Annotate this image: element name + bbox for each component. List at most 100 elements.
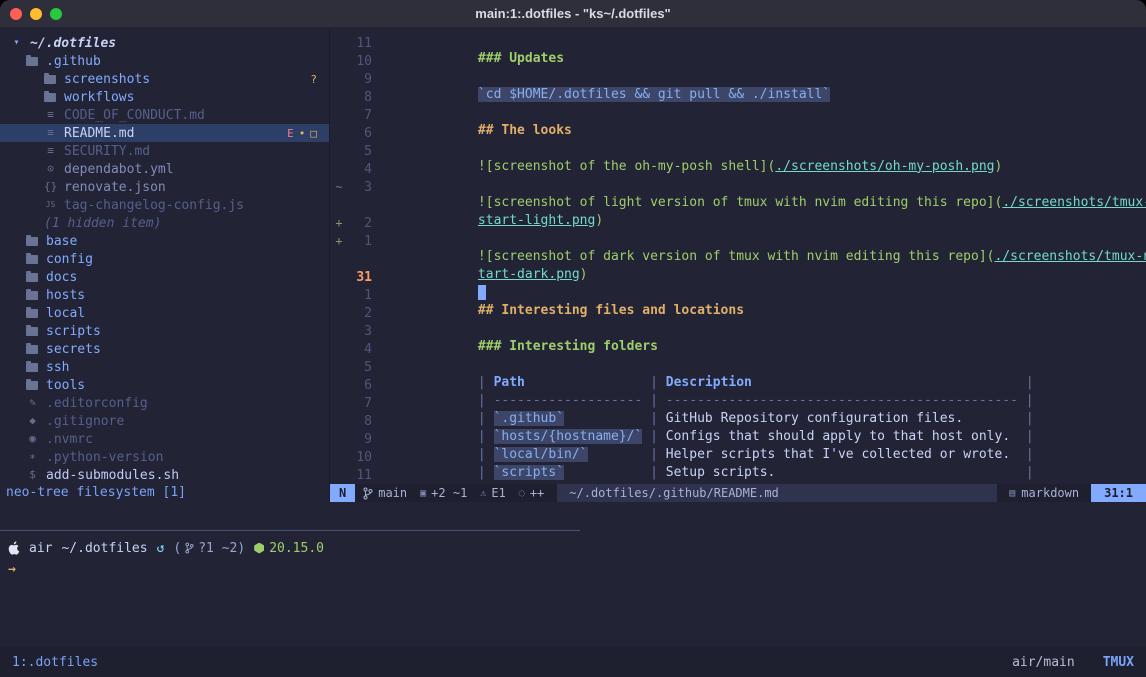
tmux-window-name[interactable]: 1:.dotfiles [12,655,98,670]
tree-item[interactable]: docs [0,268,329,286]
tree-item[interactable]: workflows [0,88,329,106]
tree-item-label: base [46,234,77,249]
git-branch-icon [363,487,373,500]
diagnostics-icon: ⚠ [480,488,486,499]
file-icon [26,237,38,246]
tree-item[interactable]: tools [0,376,329,394]
diff-icon: ▣ [420,488,426,499]
tree-item[interactable]: ≡ SECURITY.md [0,142,329,160]
prompt-input-line[interactable]: → [8,562,1146,580]
tree-item-label: .python-version [46,450,163,465]
line-text [384,453,1146,485]
statusline-filepath: ~/.dotfiles/.github/README.md [557,484,997,502]
tree-item[interactable]: secrets [0,340,329,358]
diff-counts: +2 ~1 [431,486,467,500]
line-number: 10 [346,54,372,69]
tmux-statusbar: 1:.dotfiles air/main TMUX [0,647,1146,677]
tree-item-label: local [46,306,85,321]
git-status-counts: ?1 ~2) [198,541,245,556]
git-branch-segment: main [363,484,420,502]
tree-item[interactable]: base [0,232,329,250]
file-icon: ≡ [44,142,57,160]
file-icon: $ [26,466,39,484]
tree-item-label: secrets [46,342,101,357]
branch-name: main [378,486,407,500]
tree-item-label: README.md [64,126,134,141]
tree-item[interactable]: hosts [0,286,329,304]
tree-item[interactable]: JS tag-changelog-config.js [0,196,329,214]
tree-item-label: renovate.json [64,180,166,195]
status-mark: E [287,127,294,140]
tmux-badge: TMUX [1103,655,1134,670]
node-version-segment: 20.15.0 [254,541,324,556]
tmux-session: air/main [1012,655,1075,670]
file-icon: ✎ [26,394,39,412]
tree-item[interactable]: config [0,250,329,268]
window-title: main:1:.dotfiles - "ks~/.dotfiles" [0,6,1146,21]
line-number: 5 [346,360,372,375]
shell-pane[interactable]: air ~/.dotfiles ↺ ( ?1 ~2) 20.15.0 → [0,531,1146,647]
tree-item[interactable]: screenshots ? [0,70,329,88]
tree-item-label: dependabot.yml [64,162,174,177]
zoom-button[interactable] [50,8,62,20]
tree-item-label: ~/.dotfiles [30,36,116,51]
tree-item[interactable]: local [0,304,329,322]
prompt-git-status: ( ?1 ~2) [173,541,245,556]
diagnostics-segment: ⚠ E1 [480,484,518,502]
file-icon [26,255,38,264]
diagnostics-count: E1 [491,486,505,500]
tree-item[interactable]: ✎ .editorconfig [0,394,329,412]
line-number: 2 [346,216,372,231]
prompt-arrow: → [8,562,16,577]
line-number: 11 [346,36,372,51]
tree-item-label: hosts [46,288,85,303]
tree-item[interactable]: {} renovate.json [0,178,329,196]
file-icon [26,273,38,282]
tree-item[interactable]: .github [0,52,329,70]
tree-item[interactable]: scripts [0,322,329,340]
tree-item[interactable]: ssh [0,358,329,376]
git-status-marks: E•□ [287,127,317,140]
tree-item[interactable]: ◆ .gitignore [0,412,329,430]
file-icon [26,57,38,66]
line-number: 2 [346,306,372,321]
tree-item-label: tools [46,378,85,393]
tree-item[interactable]: ▾ ~/.dotfiles [0,34,329,52]
tree-item[interactable]: ≡ README.md E•□ [0,124,329,142]
tree-item[interactable]: ≡ CODE_OF_CONDUCT.md [0,106,329,124]
tree-item[interactable]: ∗ .python-version [0,448,329,466]
file-icon: ⊙ [44,160,57,178]
line-number: 6 [346,378,372,393]
statusline: N main ▣ +2 ~1 ⚠ E1 [330,484,1146,502]
line-number: 8 [346,90,372,105]
file-icon: {} [44,178,57,196]
line-number: 11 [346,468,372,483]
tree-item[interactable]: $ add-submodules.sh [0,466,329,484]
tree-item[interactable]: (1 hidden item) [0,214,329,232]
tree-item[interactable]: ⊙ dependabot.yml [0,160,329,178]
minimize-button[interactable] [30,8,42,20]
extra-text: ++ [530,486,544,500]
close-button[interactable] [10,8,22,20]
buffer-line[interactable]: 11 [330,466,1146,484]
filetype-segment: ▤ markdown [997,484,1091,502]
gutter-sign: ~ [330,180,346,194]
tree-item-label: add-submodules.sh [46,468,179,483]
file-icon [26,291,38,300]
vim-mode-indicator: N [330,484,355,502]
prompt-user: air [29,541,52,556]
git-status-marks: ? [310,73,317,86]
node-version: 20.15.0 [269,541,324,556]
tree-item-label: .nvmrc [46,432,93,447]
tree-item-label: ssh [46,360,69,375]
terminal-window: main:1:.dotfiles - "ks~/.dotfiles" ▾ ~/.… [0,0,1146,677]
tree-item[interactable]: ◉ .nvmrc [0,430,329,448]
line-number: 31 [346,270,372,285]
line-number: 3 [346,324,372,339]
line-number: 9 [346,432,372,447]
buffer[interactable]: 11 ### Updates 10 9 [330,34,1146,484]
gutter-sign: + [330,216,346,230]
editor-pane: 11 ### Updates 10 9 [330,28,1146,502]
cursor-position: 31:1 [1091,484,1146,502]
filetype-label: markdown [1021,486,1079,500]
